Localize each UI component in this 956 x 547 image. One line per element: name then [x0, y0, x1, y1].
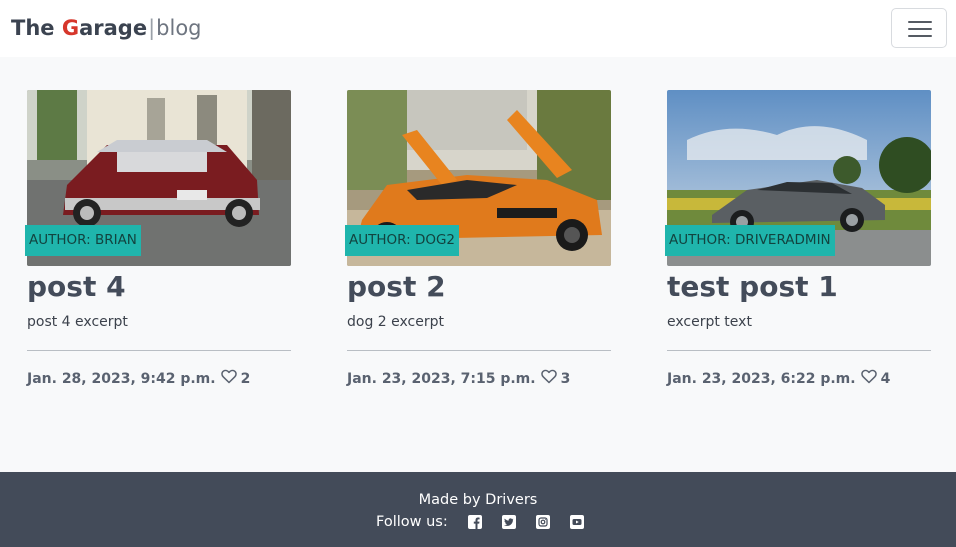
post-title[interactable]: post 4 — [27, 268, 126, 306]
instagram-icon[interactable] — [535, 515, 550, 529]
brand-blog: blog — [156, 16, 202, 40]
twitter-icon[interactable] — [501, 515, 516, 529]
heart-icon — [540, 369, 557, 388]
post-date: Jan. 23, 2023, 6:22 p.m. — [667, 370, 856, 387]
divider — [667, 350, 931, 351]
like-count: 2 — [240, 370, 251, 387]
post-excerpt: dog 2 excerpt — [347, 314, 444, 330]
brand-logo[interactable]: The Garage|blog — [11, 14, 202, 42]
brand-g: G — [61, 16, 80, 40]
facebook-icon[interactable] — [467, 515, 482, 529]
navbar: The Garage|blog — [0, 0, 956, 57]
follow-label: Follow us: — [376, 514, 448, 530]
heart-icon — [860, 369, 877, 388]
like-count: 3 — [560, 370, 571, 387]
divider — [347, 350, 611, 351]
like-count: 4 — [880, 370, 891, 387]
post-meta: Jan. 23, 2023, 6:22 p.m. 4 — [667, 369, 890, 388]
navbar-toggler-button[interactable] — [891, 8, 947, 48]
post-title[interactable]: test post 1 — [667, 268, 838, 306]
brand-arage: arage — [79, 16, 148, 40]
heart-icon — [220, 369, 237, 388]
post-title[interactable]: post 2 — [347, 268, 446, 306]
brand-the: The — [11, 16, 62, 40]
author-badge: AUTHOR: DRIVERADMIN — [665, 225, 835, 256]
follow-us: Follow us: — [376, 514, 584, 530]
divider — [27, 350, 291, 351]
post-excerpt: excerpt text — [667, 314, 752, 330]
author-badge: AUTHOR: DOG2 — [345, 225, 460, 256]
youtube-icon[interactable] — [569, 515, 584, 529]
post-date: Jan. 23, 2023, 7:15 p.m. — [347, 370, 536, 387]
post-date: Jan. 28, 2023, 9:42 p.m. — [27, 370, 216, 387]
footer: Made by Drivers Follow us: — [0, 472, 956, 547]
author-badge: AUTHOR: BRIAN — [25, 225, 141, 256]
brand-separator: | — [148, 16, 156, 40]
post-excerpt: post 4 excerpt — [27, 314, 128, 330]
post-meta: Jan. 28, 2023, 9:42 p.m. 2 — [27, 369, 250, 388]
made-by-text: Made by Drivers — [418, 492, 538, 508]
post-meta: Jan. 23, 2023, 7:15 p.m. 3 — [347, 369, 570, 388]
